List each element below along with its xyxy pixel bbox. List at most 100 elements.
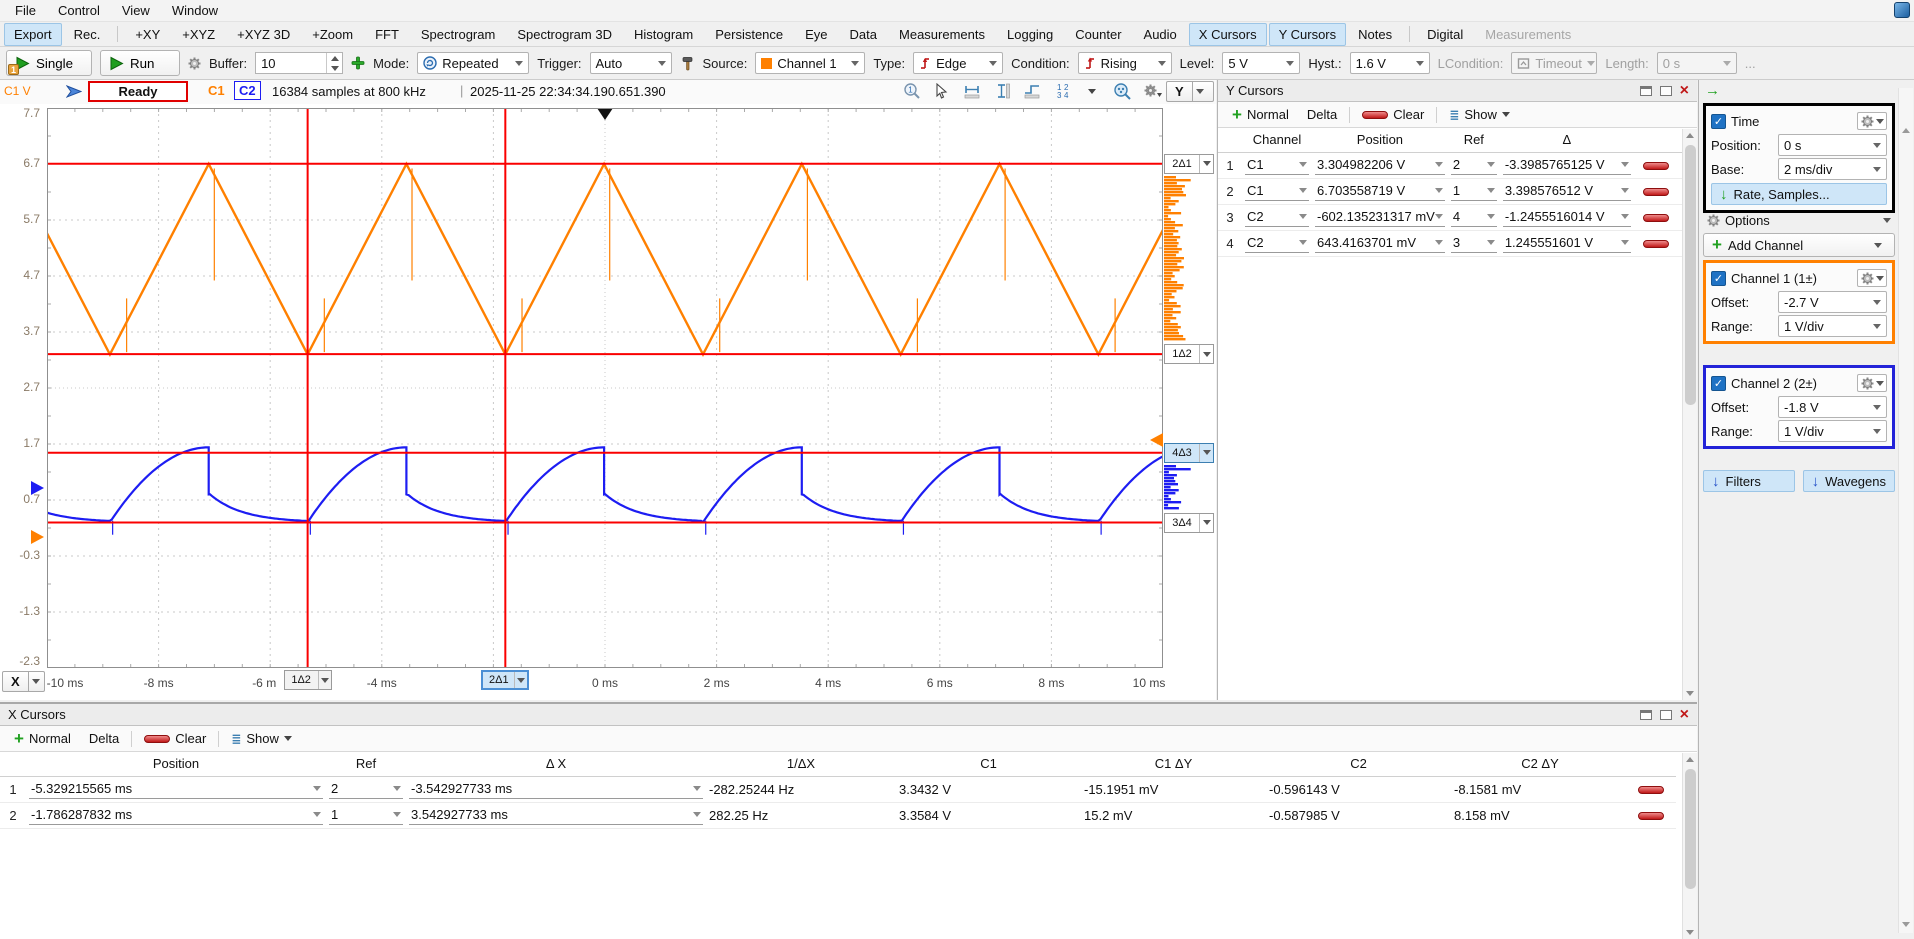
delta-x-select[interactable]: -3.542927733 ms: [409, 779, 703, 799]
tab-spectrogram[interactable]: Spectrogram: [411, 23, 505, 46]
rate-samples-button[interactable]: ↓ Rate, Samples...: [1711, 183, 1887, 205]
channel-select[interactable]: C1: [1245, 181, 1309, 201]
y-cursor-marker-3-4[interactable]: 3Δ4: [1164, 513, 1214, 533]
tab-rec-[interactable]: Rec.: [64, 23, 111, 46]
menu-file[interactable]: File: [6, 1, 45, 20]
channel2-offset-select[interactable]: -1.8 V: [1778, 396, 1887, 418]
position-select[interactable]: 3.304982206 V: [1315, 155, 1445, 175]
tab--xyz[interactable]: +XYZ: [172, 23, 225, 46]
position-select[interactable]: -602.135231317 mV: [1315, 207, 1445, 227]
type-select[interactable]: Edge: [913, 52, 1003, 74]
channel1-range-select[interactable]: 1 V/div: [1778, 315, 1887, 337]
delta-select[interactable]: 3.398576512 V: [1503, 181, 1631, 201]
add-normal-cursor-button[interactable]: + Normal: [1226, 107, 1295, 122]
x-cursors-titlebar[interactable]: X Cursors ×: [0, 704, 1697, 726]
tab--xyz-3d[interactable]: +XYZ 3D: [227, 23, 300, 46]
channel1-ground-marker[interactable]: [31, 530, 44, 544]
delete-cursor-button[interactable]: [1638, 812, 1664, 820]
position-select[interactable]: -1.786287832 ms: [29, 805, 323, 825]
close-icon[interactable]: ×: [1680, 86, 1689, 96]
sidebar-scrollbar[interactable]: [1898, 88, 1913, 933]
options-row[interactable]: Options: [1705, 208, 1893, 232]
buffer-spinner[interactable]: 10: [255, 52, 343, 74]
buffer-steppers[interactable]: [326, 53, 342, 73]
chevron-down-icon[interactable]: [1199, 345, 1213, 363]
h-measure-icon[interactable]: [962, 81, 982, 101]
y-axis-selector-dropdown[interactable]: [1192, 82, 1208, 101]
add-delta-cursor-button[interactable]: Delta: [1301, 107, 1343, 122]
tab-data[interactable]: Data: [840, 23, 887, 46]
tab-digital[interactable]: Digital: [1417, 23, 1473, 46]
wavegens-button[interactable]: ↓ Wavegens: [1803, 470, 1895, 492]
y-axis-selector[interactable]: Y: [1166, 81, 1214, 102]
tab-eye[interactable]: Eye: [795, 23, 837, 46]
time-position-select[interactable]: 0 s: [1778, 134, 1887, 156]
close-icon[interactable]: ×: [1680, 710, 1689, 720]
tab--xy[interactable]: +XY: [125, 23, 170, 46]
y-cursor-marker-1-2[interactable]: 1Δ2: [1164, 344, 1214, 364]
tab-measurements[interactable]: Measurements: [889, 23, 995, 46]
tab-logging[interactable]: Logging: [997, 23, 1063, 46]
add-channel-button[interactable]: + Add Channel: [1703, 233, 1895, 257]
gear-menu-icon[interactable]: [1142, 81, 1162, 101]
time-checkbox[interactable]: ✓: [1711, 114, 1726, 129]
tab-notes[interactable]: Notes: [1348, 23, 1402, 46]
delta-select[interactable]: 1.245551601 V: [1503, 233, 1631, 253]
x-cursors-scrollbar[interactable]: [1682, 753, 1697, 939]
tab-y-cursors[interactable]: Y Cursors: [1269, 23, 1347, 46]
y-cursor-marker-2-1[interactable]: 2Δ1: [1164, 154, 1214, 174]
time-base-select[interactable]: 2 ms/div: [1778, 158, 1887, 180]
step-measure-icon[interactable]: [1022, 81, 1042, 101]
chevron-down-icon[interactable]: [1199, 514, 1213, 532]
tab--zoom[interactable]: +Zoom: [302, 23, 363, 46]
delta-select[interactable]: -3.3985765125 V: [1503, 155, 1631, 175]
x-cursor-marker-2-1[interactable]: 2Δ1: [481, 670, 529, 690]
position-select[interactable]: -5.329215565 ms: [29, 779, 323, 799]
run-button[interactable]: Run: [100, 50, 180, 76]
channel-select[interactable]: C2: [1245, 233, 1309, 253]
tab-x-cursors[interactable]: X Cursors: [1189, 23, 1267, 46]
gear-icon[interactable]: [188, 57, 201, 70]
tab-histogram[interactable]: Histogram: [624, 23, 703, 46]
hysteresis-select[interactable]: 1.6 V: [1350, 52, 1430, 74]
x-cursor-marker-1-2[interactable]: 1Δ2: [284, 670, 332, 690]
channel2-range-select[interactable]: 1 V/div: [1778, 420, 1887, 442]
waveform-canvas[interactable]: [47, 108, 1163, 668]
channel1-gear-button[interactable]: [1857, 269, 1887, 287]
delete-cursor-button[interactable]: [1643, 162, 1669, 170]
chevron-down-icon[interactable]: [514, 672, 527, 688]
add-icon[interactable]: [351, 56, 365, 70]
v-measure-icon[interactable]: [992, 81, 1012, 101]
condition-select[interactable]: Rising: [1078, 52, 1172, 74]
x-axis-selector-dropdown[interactable]: [28, 672, 44, 691]
trigger-tool-icon[interactable]: [680, 56, 695, 71]
chevron-down-icon[interactable]: [318, 671, 331, 689]
show-menu-button[interactable]: ≣ Show: [1443, 107, 1516, 122]
ref-select[interactable]: 4: [1451, 207, 1497, 227]
y-cursors-scrollbar[interactable]: [1682, 129, 1697, 700]
channel1-offset-select[interactable]: -2.7 V: [1778, 291, 1887, 313]
clear-cursors-button[interactable]: Clear: [1356, 107, 1430, 122]
channel2-ground-marker[interactable]: [31, 481, 44, 495]
tab-fft[interactable]: FFT: [365, 23, 409, 46]
ref-select[interactable]: 3: [1451, 233, 1497, 253]
trigger-select[interactable]: Auto: [590, 52, 672, 74]
channel2-gear-button[interactable]: [1857, 374, 1887, 392]
menu-control[interactable]: Control: [49, 1, 109, 20]
menu-window[interactable]: Window: [163, 1, 227, 20]
delete-cursor-button[interactable]: [1643, 214, 1669, 222]
channel2-checkbox[interactable]: ✓: [1711, 376, 1726, 391]
mode-select[interactable]: Repeated: [417, 52, 529, 74]
ref-select[interactable]: 1: [329, 805, 403, 825]
source-select[interactable]: Channel 1: [755, 52, 865, 74]
chevron-down-icon[interactable]: [1199, 444, 1213, 462]
ref-select[interactable]: 2: [329, 779, 403, 799]
float-window-icon[interactable]: [1660, 710, 1672, 720]
delete-cursor-button[interactable]: [1638, 786, 1664, 794]
position-select[interactable]: 643.4163701 mV: [1315, 233, 1445, 253]
menu-view[interactable]: View: [113, 1, 159, 20]
tab-persistence[interactable]: Persistence: [705, 23, 793, 46]
ref-select[interactable]: 1: [1451, 181, 1497, 201]
ref-select[interactable]: 2: [1451, 155, 1497, 175]
chevron-down-icon[interactable]: [1199, 155, 1213, 173]
